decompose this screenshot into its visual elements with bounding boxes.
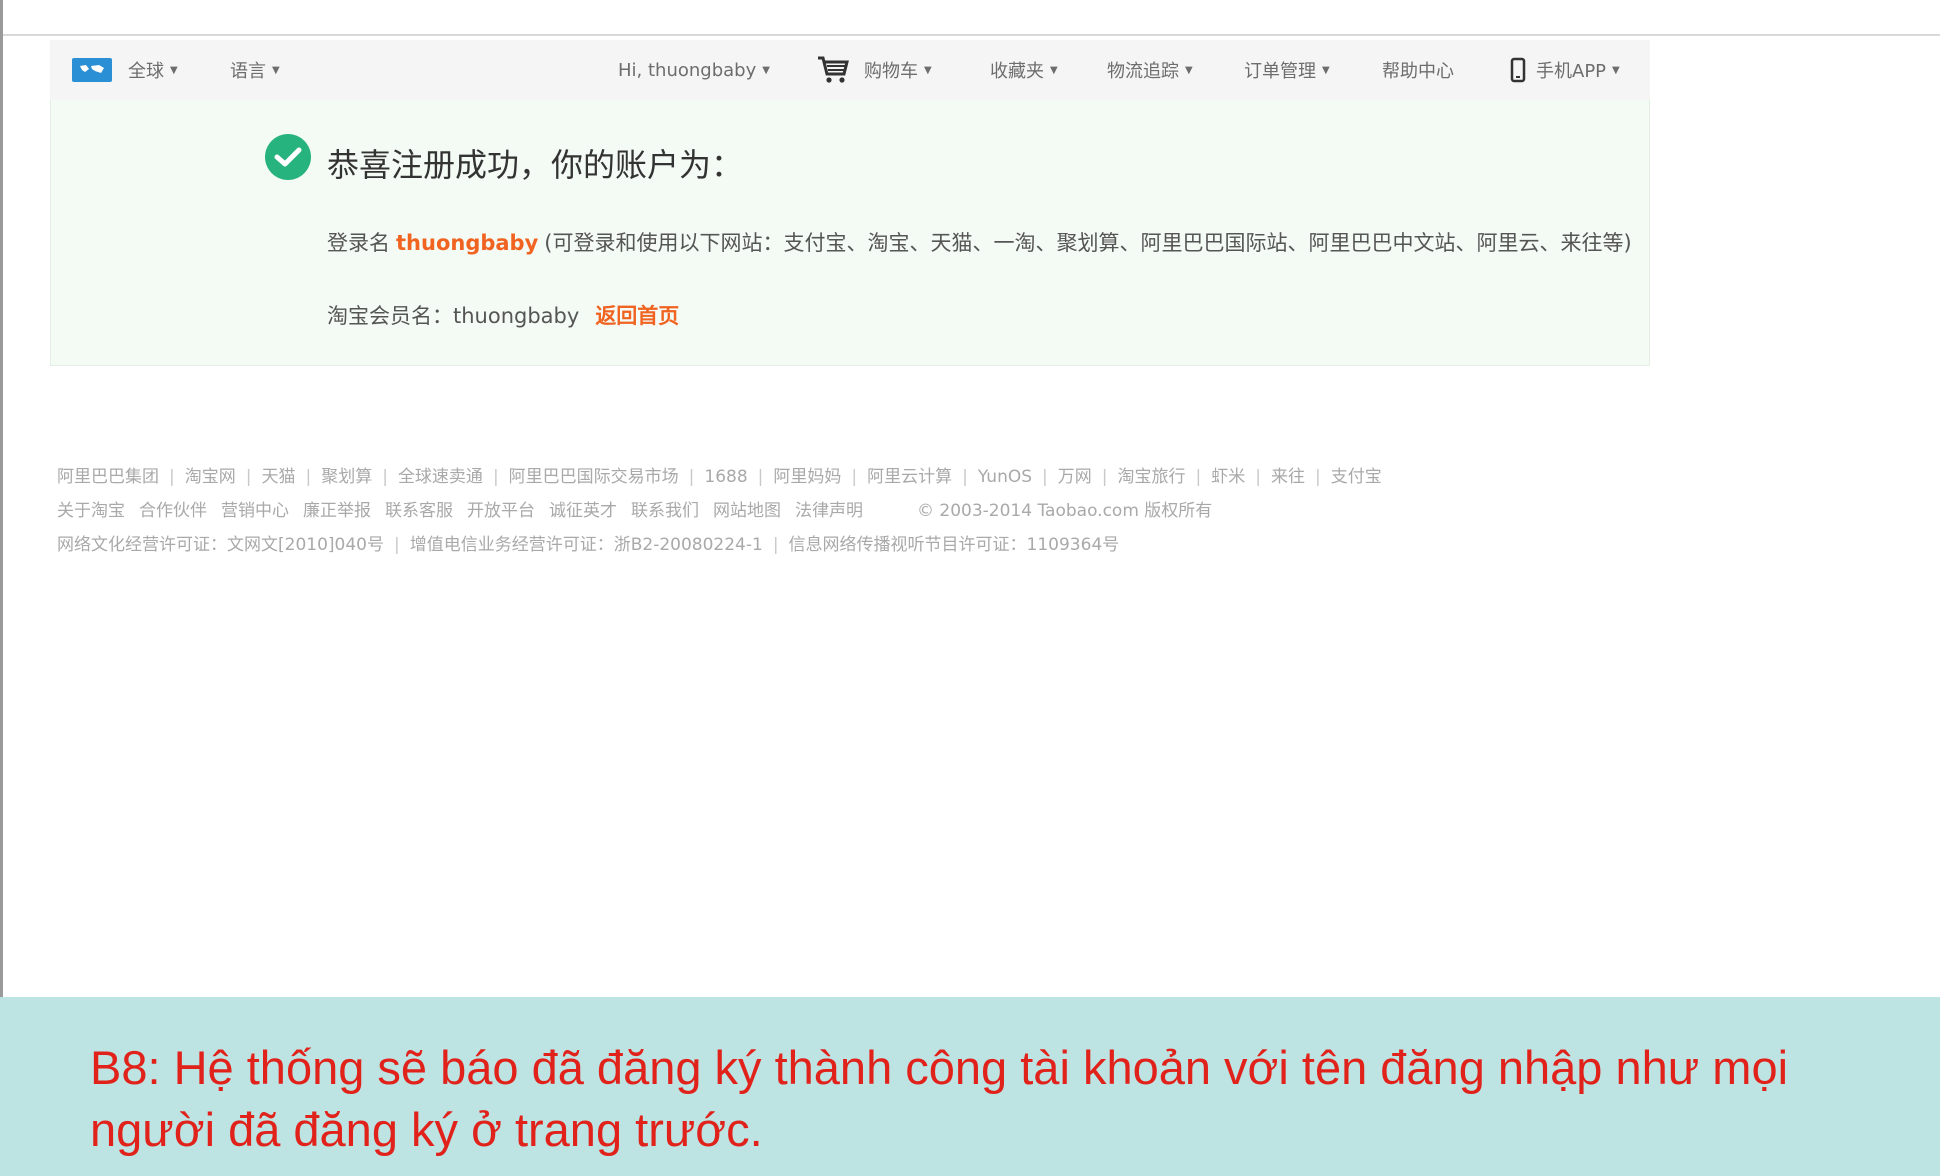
footer-separator: |: [962, 467, 968, 487]
caret-down-icon: ▼: [1322, 64, 1330, 76]
footer-link[interactable]: 网站地图: [713, 501, 781, 521]
footer-link[interactable]: 阿里巴巴国际交易市场: [509, 467, 679, 487]
footer-link[interactable]: 淘宝网: [185, 467, 236, 487]
nav-cart[interactable]: 购物车 ▼: [816, 40, 932, 100]
footer-link[interactable]: 天猫: [261, 467, 295, 487]
return-home-link[interactable]: 返回首页: [595, 304, 679, 328]
footer-link[interactable]: 来往: [1271, 467, 1305, 487]
nav-orders-label: 订单管理: [1244, 61, 1316, 82]
footer-link[interactable]: YunOS: [978, 467, 1032, 487]
nav-mobile-app[interactable]: 手机APP ▼: [1510, 40, 1620, 100]
footer-link[interactable]: 全球速卖通: [398, 467, 483, 487]
footer-link[interactable]: 联系我们: [631, 501, 699, 521]
login-name-line: 登录名 thuongbaby (可登录和使用以下网站：支付宝、淘宝、天猫、一淘、聚划…: [327, 226, 1637, 260]
caret-down-icon: ▼: [1612, 64, 1620, 76]
footer-link[interactable]: 支付宝: [1331, 467, 1382, 487]
footer-separator: |: [1042, 467, 1048, 487]
license-av: 信息网络传播视听节目许可证：1109364号: [788, 535, 1120, 555]
footer-separator: |: [757, 467, 764, 487]
nav-help-label: 帮助中心: [1382, 61, 1454, 82]
nav-greeting: Hi, thuongbaby: [618, 59, 757, 81]
footer-separator: |: [851, 467, 858, 487]
login-sites-note: (可登录和使用以下网站：支付宝、淘宝、天猫、一淘、聚划算、阿里巴巴国际站、阿里巴…: [544, 231, 1632, 255]
footer-link[interactable]: 营销中心: [221, 501, 289, 521]
nav-logistics[interactable]: 物流追踪 ▼: [1107, 40, 1193, 100]
footer-separator: |: [492, 467, 499, 487]
nav-global-label: 全球: [128, 61, 164, 82]
caret-down-icon: ▼: [1185, 64, 1193, 76]
nav-cart-label: 购物车: [864, 61, 918, 82]
nav-global[interactable]: 全球 ▼: [72, 40, 178, 100]
footer-link[interactable]: 关于淘宝: [57, 501, 125, 521]
footer-separator: |: [305, 467, 312, 487]
footer-copyright: © 2003-2014 Taobao.com 版权所有: [917, 501, 1213, 521]
login-username: thuongbaby: [396, 231, 539, 255]
tutorial-caption: B8: Hệ thống sẽ báo đã đăng ký thành côn…: [0, 997, 1940, 1176]
footer-link[interactable]: 合作伙伴: [139, 501, 207, 521]
nav-favorites-label: 收藏夹: [990, 61, 1044, 82]
footer-separator: |: [1255, 467, 1261, 487]
footer-separator: |: [1101, 467, 1108, 487]
caret-down-icon: ▼: [1050, 64, 1058, 76]
footer-link[interactable]: 诚征英才: [549, 501, 617, 521]
globe-icon: [72, 58, 112, 82]
member-name-label: 淘宝会员名：: [327, 304, 453, 328]
caret-down-icon: ▼: [924, 64, 932, 76]
site-footer: 阿里巴巴集团 | 淘宝网 | 天猫 | 聚划算 | 全球速卖通 | 阿里巴巴国际交易市场 | 1688 |…: [57, 460, 1617, 562]
footer-link[interactable]: 廉正举报: [303, 501, 371, 521]
footer-separator: |: [382, 467, 388, 487]
window-edge: [0, 0, 3, 1000]
caption-text: B8: Hệ thống sẽ báo đã đăng ký thành côn…: [90, 1041, 1789, 1156]
login-name-label: 登录名: [327, 231, 390, 255]
footer-separator: |: [169, 467, 175, 487]
footer-separator: |: [1195, 467, 1202, 487]
footer-separator: |: [245, 467, 252, 487]
footer-link[interactable]: 联系客服: [385, 501, 453, 521]
nav-favorites[interactable]: 收藏夹 ▼: [990, 40, 1058, 100]
footer-link[interactable]: 虾米: [1211, 467, 1245, 487]
footer-link[interactable]: 阿里巴巴集团: [57, 467, 159, 487]
cart-icon: [816, 55, 850, 85]
nav-user-menu[interactable]: Hi, thuongbaby ▼: [618, 40, 770, 100]
member-name: thuongbaby: [453, 304, 580, 328]
footer-licenses: 网络文化经营许可证：文网文[2010]040号 | 增值电信业务经营许可证：浙B2-…: [57, 535, 1120, 555]
caret-down-icon: ▼: [272, 64, 280, 76]
license-telecom: 增值电信业务经营许可证：浙B2-20080224-1: [409, 535, 763, 555]
success-panel: 恭喜注册成功，你的账户为： 登录名 thuongbaby (可登录和使用以下网站：支…: [50, 100, 1650, 366]
footer-link[interactable]: 阿里云计算: [867, 467, 952, 487]
caret-down-icon: ▼: [170, 64, 178, 76]
footer-link[interactable]: 聚划算: [321, 467, 372, 487]
success-check-icon: [265, 134, 311, 180]
top-navbar: 全球 ▼ 语言 ▼ Hi, thuongbaby ▼ 购物车 ▼ 收藏夹 ▼ 物…: [50, 40, 1650, 100]
success-title: 恭喜注册成功，你的账户为：: [327, 146, 744, 184]
nav-mobile-app-label: 手机APP: [1536, 61, 1607, 82]
footer-link[interactable]: 阿里妈妈: [773, 467, 841, 487]
license-culture: 网络文化经营许可证：文网文[2010]040号: [57, 535, 384, 555]
nav-logistics-label: 物流追踪: [1107, 61, 1179, 82]
caret-down-icon: ▼: [762, 64, 770, 76]
footer-separator: |: [688, 467, 695, 487]
footer-link[interactable]: 淘宝旅行: [1118, 467, 1186, 487]
nav-language-label: 语言: [230, 61, 266, 82]
nav-orders[interactable]: 订单管理 ▼: [1244, 40, 1330, 100]
footer-link[interactable]: 开放平台: [467, 501, 535, 521]
footer-group-links: 阿里巴巴集团 | 淘宝网 | 天猫 | 聚划算 | 全球速卖通 | 阿里巴巴国际交易市场 | 1688 |…: [57, 460, 1617, 494]
footer-about-links: 关于淘宝 合作伙伴 营销中心 廉正举报 联系客服 开放平台 诚征英才 联系我们 网站地图 法律声明…: [57, 494, 1617, 528]
footer-separator: |: [1314, 467, 1321, 487]
phone-icon: [1510, 57, 1526, 83]
footer-link[interactable]: 1688: [704, 467, 747, 487]
top-divider: [0, 34, 1940, 36]
member-name-line: 淘宝会员名：thuongbaby 返回首页: [327, 300, 679, 330]
footer-link[interactable]: 法律声明: [795, 501, 863, 521]
nav-help[interactable]: 帮助中心: [1382, 40, 1454, 100]
footer-link[interactable]: 万网: [1058, 467, 1092, 487]
nav-language[interactable]: 语言 ▼: [230, 40, 280, 100]
